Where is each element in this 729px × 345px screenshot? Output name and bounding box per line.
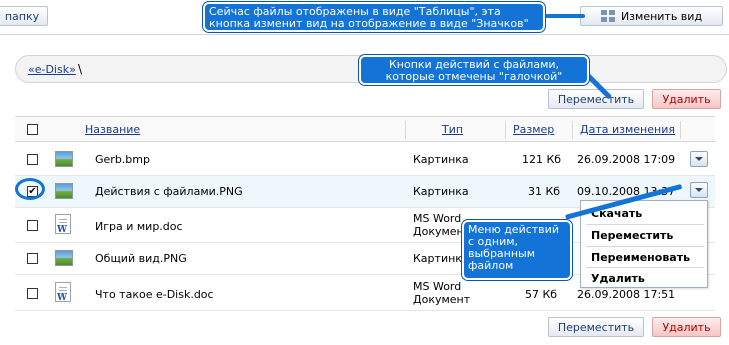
menu-item-rename[interactable]: Переименовать xyxy=(591,251,690,264)
column-separator xyxy=(680,121,681,139)
breadcrumb-separator: \ xyxy=(78,62,83,76)
row-checkbox[interactable] xyxy=(27,253,38,264)
file-modified: 26.09.2008 17:09 xyxy=(577,153,676,166)
file-name[interactable]: Действия с файлами.PNG xyxy=(95,185,243,198)
table-header: Название Тип Размер Дата изменения xyxy=(15,116,715,142)
new-folder-button[interactable]: папку xyxy=(0,6,48,26)
menu-callout-text: Меню действий с одним, выбранным файлом xyxy=(468,223,559,272)
column-header-modified[interactable]: Дата изменения xyxy=(580,123,675,136)
row-checkbox[interactable] xyxy=(27,220,38,231)
file-name[interactable]: Игра и мир.doc xyxy=(95,220,183,233)
menu-item-move[interactable]: Переместить xyxy=(591,229,673,242)
image-file-icon xyxy=(55,151,73,167)
file-type-line2: Документ xyxy=(413,293,471,306)
file-type: Картинка xyxy=(413,252,469,265)
change-view-button[interactable]: Изменить вид xyxy=(580,6,723,26)
column-separator xyxy=(572,121,573,139)
breadcrumb-root-link[interactable]: «e-Disk» xyxy=(28,63,76,76)
row-menu-button-active[interactable] xyxy=(690,182,708,198)
callout-pointer xyxy=(545,14,585,18)
column-separator xyxy=(405,121,406,139)
file-name[interactable]: Что такое e-Disk.doc xyxy=(95,288,214,301)
column-header-size[interactable]: Размер xyxy=(513,123,554,136)
grid-icon xyxy=(600,10,615,22)
row-checkbox[interactable] xyxy=(27,288,38,299)
menu-item-delete[interactable]: Удалить xyxy=(591,272,645,285)
move-button-top[interactable]: Переместить xyxy=(548,89,644,109)
delete-button-top[interactable]: Удалить xyxy=(652,89,721,109)
new-folder-label: папку xyxy=(4,9,40,23)
file-modified: 26.09.2008 17:51 xyxy=(577,288,676,301)
menu-divider xyxy=(586,246,704,247)
move-label: Переместить xyxy=(557,320,635,334)
delete-label: Удалить xyxy=(662,92,711,106)
delete-label: Удалить xyxy=(662,320,711,334)
menu-divider xyxy=(586,267,704,268)
view-callout-text: Сейчас файлы отображены в виде "Таблицы"… xyxy=(209,5,529,30)
menu-callout: Меню действий с одним, выбранным файлом xyxy=(462,220,572,280)
image-file-icon xyxy=(55,250,73,266)
file-type: Картинка xyxy=(413,153,469,166)
select-all-checkbox[interactable] xyxy=(27,124,38,135)
word-file-icon: W xyxy=(55,214,71,235)
toolbar-divider xyxy=(0,34,729,35)
move-label: Переместить xyxy=(557,92,635,106)
file-name[interactable]: Общий вид.PNG xyxy=(95,252,187,265)
file-type: MS Word xyxy=(413,212,462,225)
file-type: MS Word xyxy=(413,280,462,293)
column-header-name[interactable]: Название xyxy=(85,123,140,136)
actions-callout: Кнопки действий с файлами, которые отмеч… xyxy=(359,55,589,85)
file-name[interactable]: Gerb.bmp xyxy=(95,153,150,166)
view-callout: Сейчас файлы отображены в виде "Таблицы"… xyxy=(203,2,545,32)
table-row[interactable]: Gerb.bmp Картинка 121 Кб 26.09.2008 17:0… xyxy=(15,143,715,176)
actions-callout-text: Кнопки действий с файлами, которые отмеч… xyxy=(385,58,563,83)
row-menu-button[interactable] xyxy=(690,151,708,167)
row-checkbox[interactable] xyxy=(27,154,38,165)
chevron-down-icon xyxy=(695,188,703,192)
move-button-bottom[interactable]: Переместить xyxy=(548,317,644,337)
word-file-icon: W xyxy=(55,282,71,303)
file-type: Картинка xyxy=(413,185,469,198)
image-file-icon xyxy=(55,183,73,199)
checkbox-highlight-ellipse xyxy=(15,178,45,200)
delete-button-bottom[interactable]: Удалить xyxy=(652,317,721,337)
column-header-type[interactable]: Тип xyxy=(442,123,463,136)
chevron-down-icon xyxy=(695,157,703,161)
file-size: 121 Кб xyxy=(522,153,562,166)
menu-divider xyxy=(586,224,704,225)
file-size: 57 Кб xyxy=(525,288,558,301)
file-size: 31 Кб xyxy=(528,185,561,198)
row-context-menu: Скачать Переместить Переименовать Удалит… xyxy=(580,200,708,288)
change-view-label: Изменить вид xyxy=(620,9,703,23)
column-separator xyxy=(505,121,506,139)
